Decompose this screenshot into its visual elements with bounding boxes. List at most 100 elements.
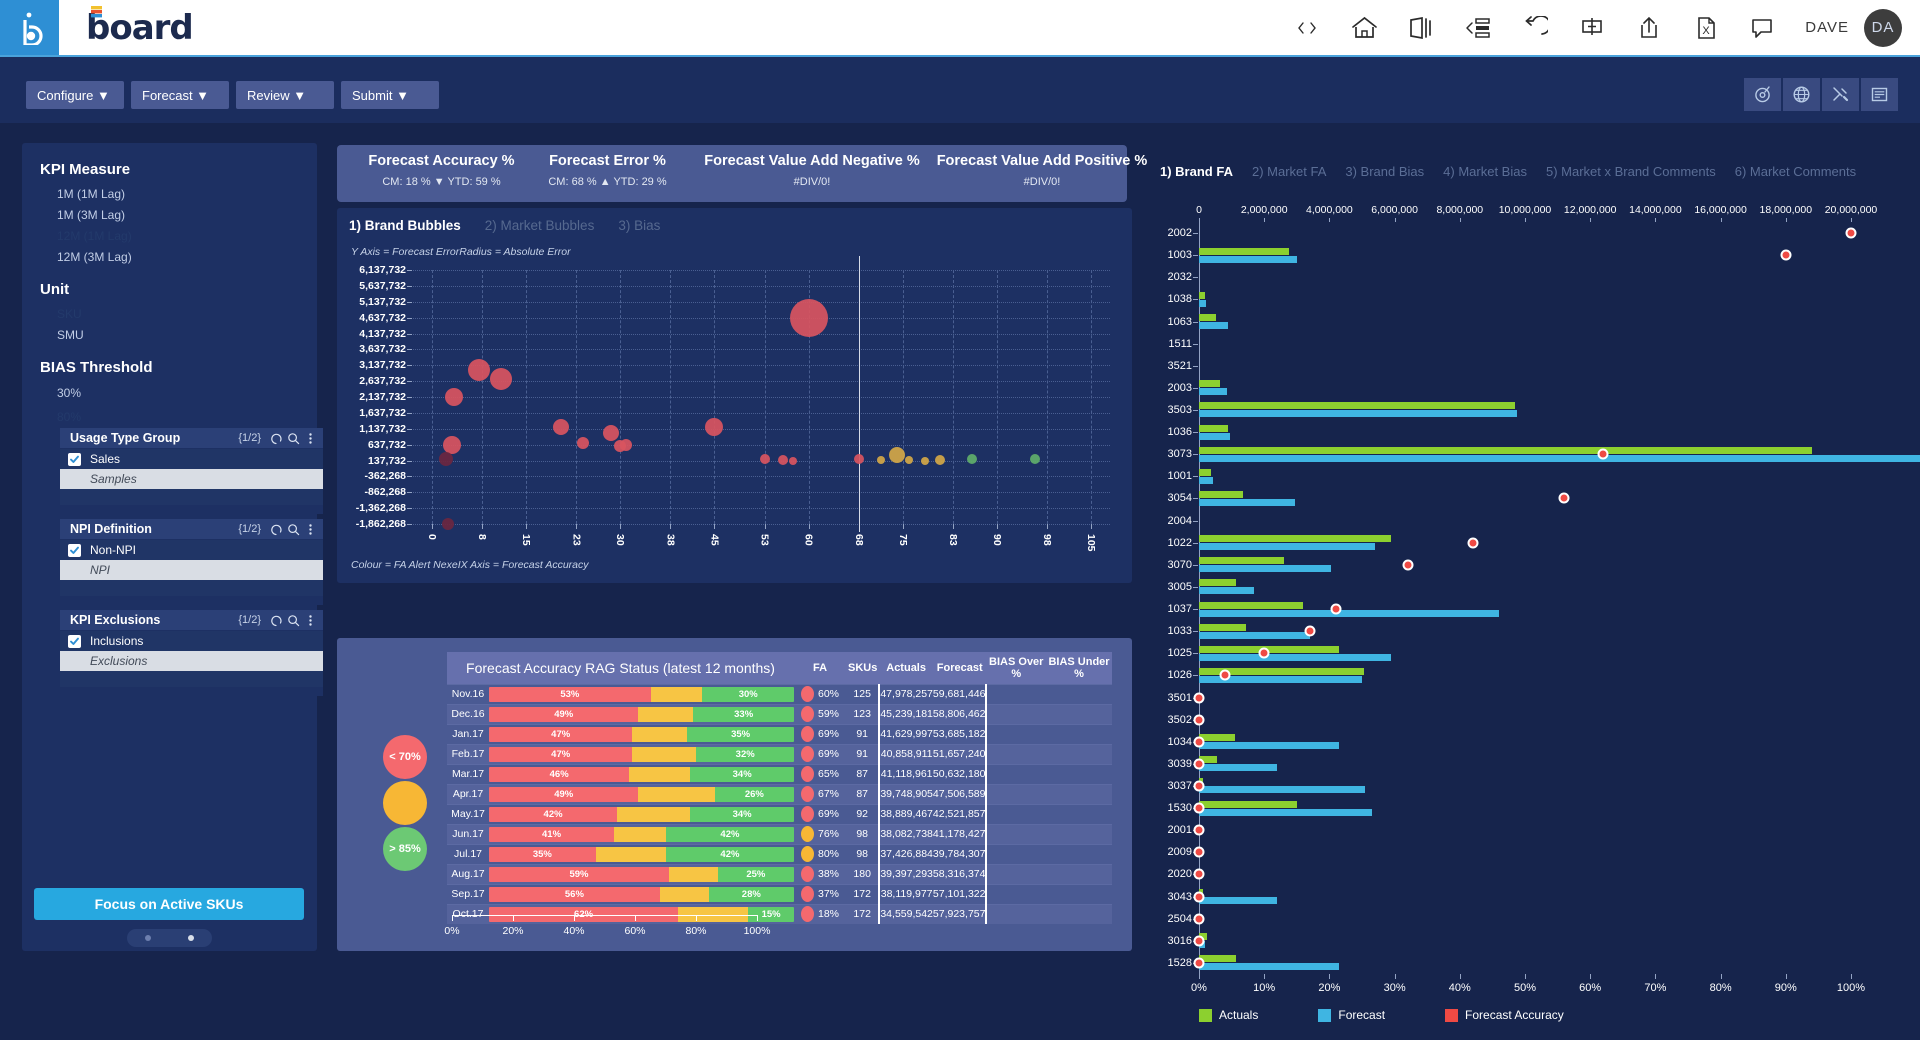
fa-marker[interactable] (1780, 250, 1791, 261)
filter-row[interactable]: Exclusions (60, 651, 323, 671)
filter-row[interactable]: Sales (60, 449, 323, 469)
bar-row[interactable]: 3073 (1199, 443, 1851, 465)
bar-row[interactable]: 1036 (1199, 421, 1851, 443)
fa-marker[interactable] (1402, 559, 1413, 570)
excel-export-icon[interactable]: X (1691, 13, 1721, 43)
bar-actuals[interactable] (1199, 292, 1205, 299)
bar-row[interactable]: 2004 (1199, 510, 1851, 532)
bar-row[interactable]: 1038 (1199, 288, 1851, 310)
tab-bias[interactable]: 3) Bias (618, 218, 660, 233)
filter-row[interactable]: NPI (60, 560, 323, 580)
bar-row[interactable]: 1034 (1199, 731, 1851, 753)
fa-marker[interactable] (1259, 648, 1270, 659)
bar-forecast[interactable] (1199, 388, 1227, 395)
table-row[interactable]: Sep.1756%28%37%17238,119,97757,101,322 (447, 884, 1112, 904)
bar-forecast[interactable] (1199, 809, 1372, 816)
bar-forecast[interactable] (1199, 786, 1365, 793)
bar-row[interactable]: 1530 (1199, 797, 1851, 819)
table-row[interactable]: Nov.1653%30%60%12547,978,25759,681,446 (447, 684, 1112, 704)
fa-marker[interactable] (1598, 449, 1609, 460)
book-icon[interactable] (1861, 78, 1898, 111)
bar-actuals[interactable] (1199, 425, 1228, 432)
bar-actuals[interactable] (1199, 380, 1220, 387)
fa-marker[interactable] (1194, 758, 1205, 769)
bar-row[interactable]: 3016 (1199, 930, 1851, 952)
layers-icon[interactable] (1463, 13, 1493, 43)
checkbox-icon[interactable] (68, 635, 81, 648)
bubble-point[interactable] (603, 425, 619, 441)
fa-marker[interactable] (1330, 604, 1341, 615)
bar-forecast[interactable] (1199, 654, 1391, 661)
bar-row[interactable]: 2009 (1199, 841, 1851, 863)
sidebar-option-smu[interactable]: SMU (22, 328, 317, 342)
sidebar-option-sku[interactable]: SKU (22, 307, 317, 321)
search-icon[interactable] (286, 431, 300, 445)
globe-icon[interactable] (1783, 78, 1820, 111)
refresh-icon[interactable] (269, 431, 283, 445)
fa-marker[interactable] (1559, 493, 1570, 504)
bar-actuals[interactable] (1199, 801, 1297, 808)
bar-actuals[interactable] (1199, 535, 1391, 542)
table-column-header[interactable]: Forecast Accuracy RAG Status (latest 12 … (447, 652, 794, 684)
table-column-header[interactable]: BIAS Under % (1046, 652, 1112, 684)
table-row[interactable]: May.1742%34%69%9238,889,46742,521,857 (447, 804, 1112, 824)
share-icon[interactable] (1634, 13, 1664, 43)
bubble-point[interactable] (577, 437, 589, 449)
bar-row[interactable]: 1025 (1199, 642, 1851, 664)
fa-marker[interactable] (1194, 847, 1205, 858)
tab-market-bias[interactable]: 4) Market Bias (1443, 164, 1527, 179)
bar-row[interactable]: 3043 (1199, 886, 1851, 908)
focus-active-skus-button[interactable]: Focus on Active SKUs (34, 888, 304, 920)
tab-brand-bias[interactable]: 3) Brand Bias (1345, 164, 1424, 179)
prev-next-icon[interactable] (1292, 13, 1322, 43)
avatar[interactable]: DA (1864, 9, 1902, 47)
bubble-point[interactable] (445, 388, 463, 406)
rag-table[interactable]: Forecast Accuracy RAG Status (latest 12 … (447, 652, 1112, 924)
fa-marker[interactable] (1194, 891, 1205, 902)
table-column-header[interactable]: FA (794, 652, 846, 684)
tab-market-x-brand-comments[interactable]: 5) Market x Brand Comments (1546, 164, 1716, 179)
bar-actuals[interactable] (1199, 314, 1216, 321)
bar-forecast[interactable] (1199, 742, 1339, 749)
bar-row[interactable]: 2504 (1199, 908, 1851, 930)
sidebar-option-1m-1m-lag[interactable]: 1M (1M Lag) (22, 187, 317, 201)
presentation-icon[interactable] (1406, 13, 1436, 43)
fa-marker[interactable] (1194, 736, 1205, 747)
fa-marker[interactable] (1194, 692, 1205, 703)
filter-row[interactable]: Non-NPI (60, 540, 323, 560)
filter-header[interactable]: NPI Definition {1/2} (60, 519, 323, 540)
table-column-header[interactable]: Forecast (933, 652, 987, 684)
menu-configure-button[interactable]: Configure ▼ (26, 81, 124, 109)
filter-header[interactable]: KPI Exclusions {1/2} (60, 610, 323, 631)
fa-marker[interactable] (1194, 957, 1205, 968)
bubble-point[interactable] (439, 452, 453, 466)
bar-row[interactable]: 1528 (1199, 952, 1851, 974)
bar-forecast[interactable] (1199, 897, 1277, 904)
bar-row[interactable]: 3070 (1199, 554, 1851, 576)
kpi-forecast-accuracy[interactable]: Forecast Accuracy % CM: 18 % ▼ YTD: 59 % (349, 153, 534, 188)
bar-row[interactable]: 1003 (1199, 244, 1851, 266)
table-row[interactable]: Jul.1735%42%80%9837,426,88439,784,307 (447, 844, 1112, 864)
bar-forecast[interactable] (1199, 433, 1230, 440)
bar-forecast[interactable] (1199, 963, 1339, 970)
bar-row[interactable]: 3039 (1199, 753, 1851, 775)
filter-header[interactable]: Usage Type Group {1/2} (60, 428, 323, 449)
checkbox-icon[interactable] (68, 544, 81, 557)
bubble-point[interactable] (778, 455, 788, 465)
bubble-point[interactable] (921, 457, 929, 465)
bar-forecast[interactable] (1199, 632, 1310, 639)
bar-row[interactable]: 3503 (1199, 399, 1851, 421)
bubble-point[interactable] (442, 518, 454, 530)
pager-dot-active[interactable] (188, 935, 194, 941)
kpi-forecast-value-add-positive[interactable]: Forecast Value Add Positive % #DIV/0! (897, 153, 1187, 188)
sidebar-pager[interactable] (127, 929, 212, 947)
bar-actuals[interactable] (1199, 955, 1236, 962)
bar-row[interactable]: 1063 (1199, 310, 1851, 332)
bar-actuals[interactable] (1199, 491, 1243, 498)
bubble-point[interactable] (614, 440, 626, 452)
bubble-point[interactable] (553, 419, 569, 435)
filter-row[interactable]: Inclusions (60, 631, 323, 651)
bar-actuals[interactable] (1199, 402, 1515, 409)
bubble-plot-area[interactable]: 6,137,7325,637,7325,137,7324,637,7324,13… (413, 270, 1110, 524)
sidebar-option-12m-1m-lag[interactable]: 12M (1M Lag) (22, 229, 317, 243)
